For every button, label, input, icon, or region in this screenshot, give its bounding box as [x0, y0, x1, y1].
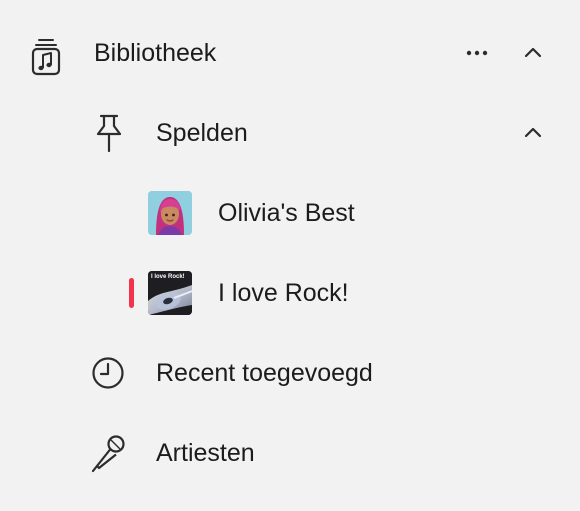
pins-title: Spelden [156, 119, 248, 147]
nav-item-artists[interactable]: Artiesten [0, 423, 580, 483]
nav-item-label: Recent toegevoegd [156, 359, 373, 387]
library-collapse-chevron-up-icon[interactable] [521, 42, 545, 67]
pinned-item-i-love-rock[interactable]: I love Rock! I love Rock! [0, 263, 580, 323]
pinned-item-label: Olivia's Best [218, 199, 355, 227]
guitar-album-artwork: I love Rock! [148, 271, 192, 315]
library-section-header[interactable]: Bibliotheek [0, 23, 580, 83]
ellipsis-icon[interactable] [464, 43, 490, 68]
library-title: Bibliotheek [94, 39, 217, 67]
clock-icon [91, 356, 125, 390]
nav-item-recently-added[interactable]: Recent toegevoegd [0, 343, 580, 403]
pins-collapse-chevron-up-icon[interactable] [521, 122, 545, 147]
music-library-icon [30, 37, 62, 77]
pinned-item-olivias-best[interactable]: Olivia's Best [0, 183, 580, 243]
pin-icon [92, 113, 126, 155]
artwork-title-text: I love Rock! [151, 274, 185, 280]
microphone-icon [90, 433, 128, 473]
nav-item-label: Artiesten [156, 439, 255, 467]
now-playing-indicator [129, 278, 134, 308]
library-sidebar: Bibliotheek Spelden Olivia's Best I love… [0, 0, 580, 511]
pinned-item-label: I love Rock! [218, 279, 349, 307]
memoji-avatar-artwork [148, 191, 192, 235]
pins-section-header[interactable]: Spelden [0, 103, 580, 163]
